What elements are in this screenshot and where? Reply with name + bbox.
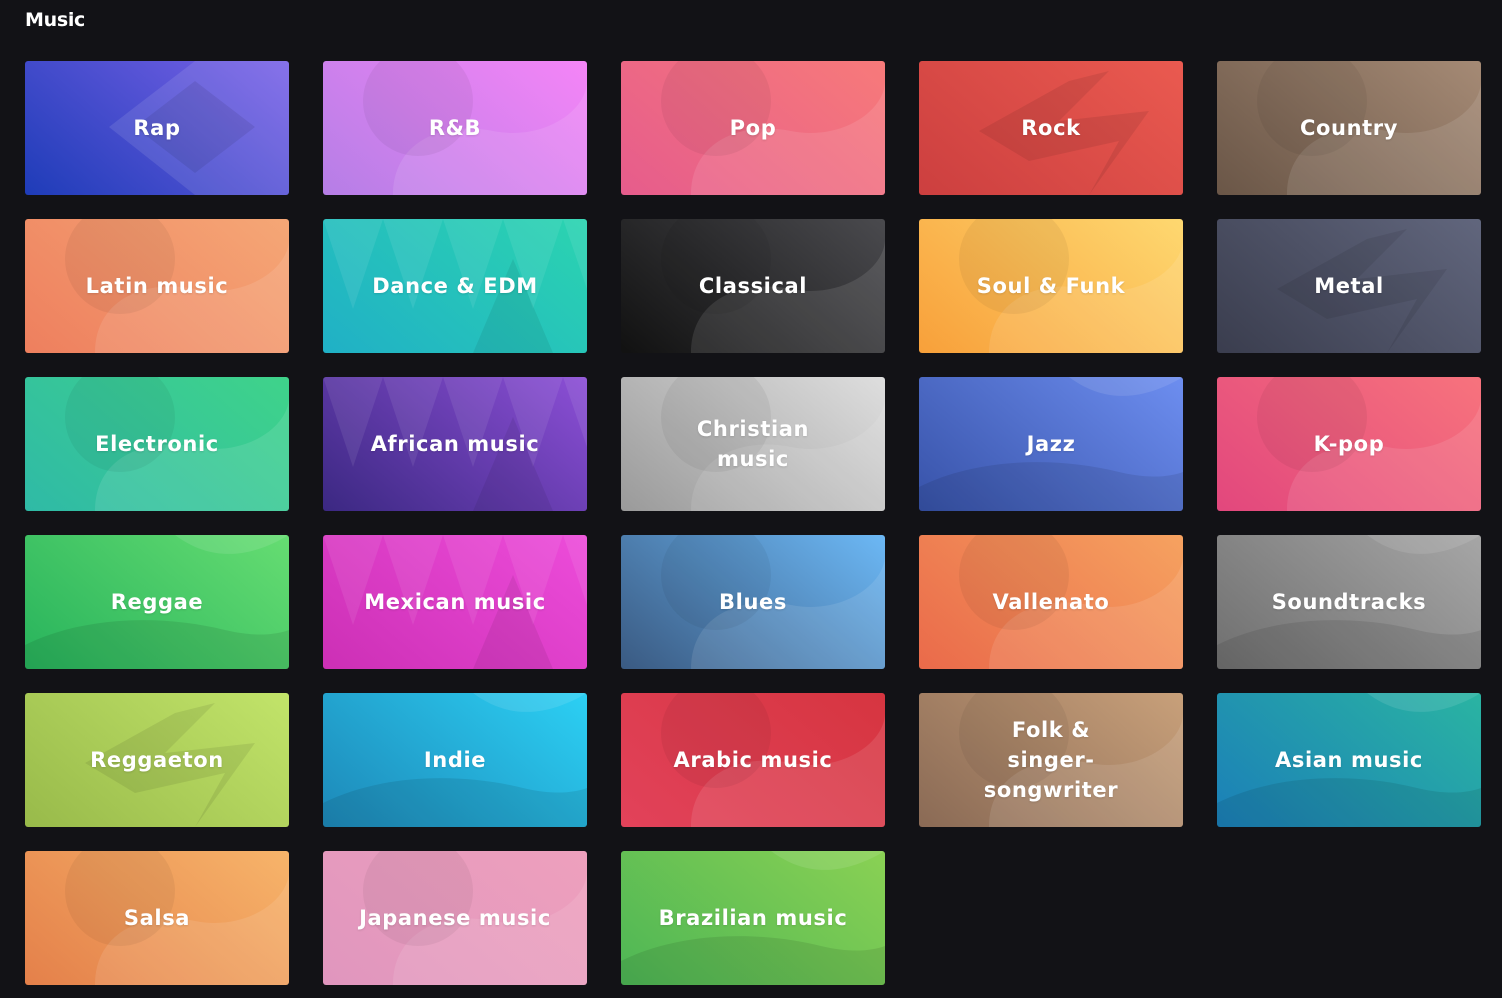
genre-tile-label: Classical: [698, 274, 808, 298]
genre-tile-label: Brazilian music: [658, 906, 848, 930]
genre-tile-label: Japanese music: [359, 906, 551, 930]
genre-tile-label: African music: [370, 432, 540, 456]
genre-tile-label: Asian music: [1275, 748, 1423, 772]
genre-tile-label: Blues: [719, 590, 787, 614]
genre-tile-label: Salsa: [123, 906, 191, 930]
genre-tile-label: Metal: [1314, 274, 1384, 298]
genre-tile[interactable]: Reggaeton: [25, 693, 289, 827]
genre-tile-label: Country: [1299, 116, 1399, 140]
genre-tile-label: R&B: [428, 116, 482, 140]
genre-tile-label: Electronic: [95, 432, 219, 456]
genre-grid: Rap R&B Pop Rock Country Latin music Dance & E…: [25, 61, 1481, 985]
genre-tile-label: Mexican music: [364, 590, 546, 614]
genre-tile[interactable]: Metal: [1217, 219, 1481, 353]
genre-tile[interactable]: Folk & singer-songwriter: [919, 693, 1183, 827]
genre-tile-label: Jazz: [1026, 432, 1076, 456]
genre-tile[interactable]: Latin music: [25, 219, 289, 353]
genre-tile[interactable]: Japanese music: [323, 851, 587, 985]
genre-tile[interactable]: Arabic music: [621, 693, 885, 827]
genre-tile-label: Soundtracks: [1271, 590, 1427, 614]
genre-tile[interactable]: R&B: [323, 61, 587, 195]
genre-tile-label: Vallenato: [992, 590, 1110, 614]
genre-tile[interactable]: Blues: [621, 535, 885, 669]
genre-tile[interactable]: African music: [323, 377, 587, 511]
genre-tile[interactable]: Jazz: [919, 377, 1183, 511]
genre-tile-label: Soul & Funk: [976, 274, 1126, 298]
genre-tile-label: Indie: [423, 748, 487, 772]
genre-tile-label: Reggaeton: [90, 748, 224, 772]
genre-tile[interactable]: Reggae: [25, 535, 289, 669]
genre-tile-label: Pop: [729, 116, 777, 140]
genre-tile[interactable]: Electronic: [25, 377, 289, 511]
genre-tile[interactable]: Soul & Funk: [919, 219, 1183, 353]
genre-tile[interactable]: Rap: [25, 61, 289, 195]
genre-tile-label: Dance & EDM: [372, 274, 538, 298]
genre-tile[interactable]: Mexican music: [323, 535, 587, 669]
genre-tile-label: Rock: [1021, 116, 1081, 140]
section-title: Music: [25, 9, 86, 31]
genre-tile[interactable]: Vallenato: [919, 535, 1183, 669]
genre-tile[interactable]: Pop: [621, 61, 885, 195]
genre-tile[interactable]: Classical: [621, 219, 885, 353]
genre-tile[interactable]: Soundtracks: [1217, 535, 1481, 669]
genre-tile-label: Rap: [133, 116, 181, 140]
genre-tile[interactable]: Dance & EDM: [323, 219, 587, 353]
genre-tile-label: Christian music: [696, 417, 810, 471]
genre-tile-label: Arabic music: [673, 748, 833, 772]
genre-tile-label: Reggae: [110, 590, 204, 614]
genre-tile[interactable]: Salsa: [25, 851, 289, 985]
genre-tile[interactable]: Brazilian music: [621, 851, 885, 985]
genre-tile[interactable]: Asian music: [1217, 693, 1481, 827]
genre-tile[interactable]: Rock: [919, 61, 1183, 195]
genre-tile[interactable]: Christian music: [621, 377, 885, 511]
genre-tile-label: Folk & singer-songwriter: [983, 718, 1119, 802]
genre-tile[interactable]: Country: [1217, 61, 1481, 195]
genre-tile-label: Latin music: [85, 274, 229, 298]
genre-tile-label: K-pop: [1313, 432, 1385, 456]
genre-tile[interactable]: Indie: [323, 693, 587, 827]
genre-tile[interactable]: K-pop: [1217, 377, 1481, 511]
